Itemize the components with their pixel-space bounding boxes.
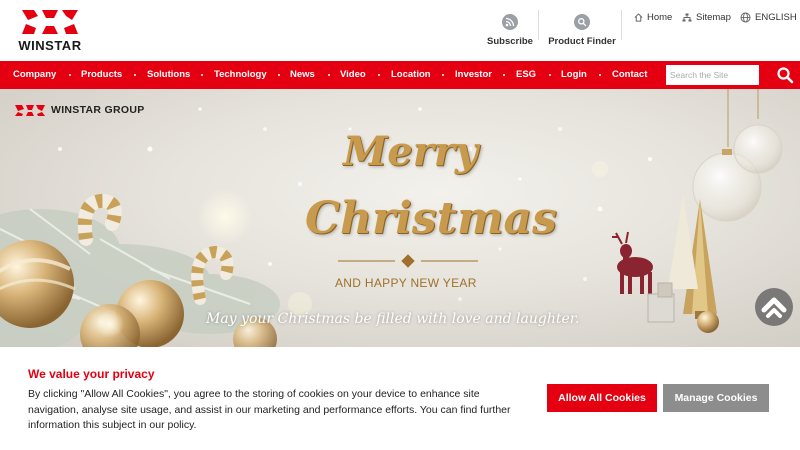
hero-title-merry: Merry — [343, 128, 479, 175]
nav-item-video[interactable]: Video — [340, 61, 366, 89]
nav-separator — [442, 74, 444, 76]
nav-separator — [134, 74, 136, 76]
home-label: Home — [647, 11, 673, 23]
winstar-logo[interactable]: WINSTAR — [15, 8, 85, 54]
manage-cookies-button[interactable]: Manage Cookies — [663, 384, 769, 412]
allow-all-cookies-button[interactable]: Allow All Cookies — [547, 384, 657, 412]
winstar-group-logo-mark — [15, 105, 45, 116]
search-icon[interactable] — [776, 66, 794, 84]
product-search-icon — [574, 14, 590, 30]
nav-item-technology[interactable]: Technology — [214, 61, 267, 89]
sitemap-link[interactable]: Sitemap — [682, 10, 731, 24]
product-finder-link[interactable]: Product Finder — [544, 0, 620, 61]
site-header: WINSTAR Subscribe Product Finder Home Si… — [0, 0, 800, 61]
nav-separator — [328, 74, 330, 76]
product-finder-label: Product Finder — [548, 36, 616, 47]
nav-item-solutions[interactable]: Solutions — [147, 61, 190, 89]
hero-title-christmas: Christmas — [305, 193, 557, 244]
home-icon — [634, 12, 643, 22]
winstar-logo-mark — [22, 10, 78, 34]
nav-separator — [378, 74, 380, 76]
sitemap-icon — [682, 13, 692, 22]
language-selector[interactable]: ENGLISH — [740, 10, 797, 24]
language-label: ENGLISH — [755, 11, 797, 23]
nav-item-location[interactable]: Location — [391, 61, 431, 89]
nav-separator — [69, 74, 71, 76]
subscribe-label: Subscribe — [487, 36, 533, 47]
nav-separator — [278, 74, 280, 76]
divider — [538, 10, 539, 40]
chevron-up-icon — [761, 297, 787, 318]
winstar-group-text: WINSTAR GROUP — [51, 104, 145, 116]
cookie-title: We value your privacy — [28, 367, 155, 381]
nav-item-esg[interactable]: ESG — [516, 61, 536, 89]
winstar-logo-text: WINSTAR — [18, 38, 82, 53]
nav-item-products[interactable]: Products — [81, 61, 122, 89]
nav-item-login[interactable]: Login — [561, 61, 587, 89]
globe-icon — [740, 12, 751, 23]
nav-separator — [503, 74, 505, 76]
nav-item-company[interactable]: Company — [13, 61, 56, 89]
scroll-to-top-button[interactable] — [755, 288, 793, 326]
divider — [621, 10, 622, 40]
hero-subtitle: AND HAPPY NEW YEAR — [335, 276, 477, 290]
rss-icon — [502, 14, 518, 30]
hero-wish-text: May your Christmas be filled with love a… — [206, 311, 580, 327]
nav-separator — [599, 74, 601, 76]
search-input[interactable] — [666, 65, 759, 85]
subscribe-link[interactable]: Subscribe — [482, 0, 538, 61]
nav-item-contact[interactable]: Contact — [612, 61, 647, 89]
sitemap-label: Sitemap — [696, 11, 731, 23]
winstar-group-logo: WINSTAR GROUP — [15, 104, 145, 116]
cookie-text: By clicking "Allow All Cookies", you agr… — [28, 388, 511, 431]
nav-item-investor[interactable]: Investor — [455, 61, 492, 89]
nav-separator — [201, 74, 203, 76]
nav-item-news[interactable]: News — [290, 61, 315, 89]
home-link[interactable]: Home — [634, 10, 672, 24]
nav-separator — [549, 74, 551, 76]
